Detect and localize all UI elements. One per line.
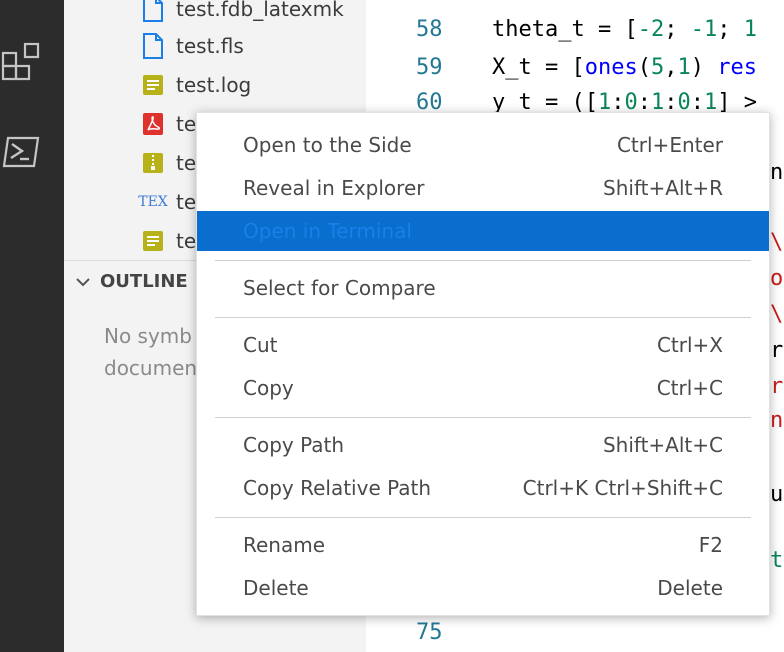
menu-item-copy[interactable]: Copy Ctrl+C — [197, 368, 769, 408]
menu-item-label: Select for Compare — [243, 276, 436, 300]
code-line: X_t = [ones(5,1) res — [492, 55, 757, 80]
menu-item-label: Reveal in Explorer — [243, 176, 425, 200]
menu-separator — [215, 417, 751, 418]
file-name: test.fls — [176, 34, 244, 58]
menu-item-shortcut: Shift+Alt+R — [603, 176, 723, 200]
file-icon — [140, 0, 166, 22]
file-item[interactable]: test.fdb_latexmk — [64, 0, 366, 28]
menu-item-shortcut: Ctrl+K Ctrl+Shift+C — [522, 476, 723, 500]
code-fragment: n — [770, 160, 784, 185]
menu-separator — [215, 317, 751, 318]
menu-item-label: Open in Terminal — [243, 219, 412, 243]
menu-item-delete[interactable]: Delete Delete — [197, 568, 769, 608]
code-fragment: r — [770, 374, 784, 399]
menu-item-label: Copy Relative Path — [243, 476, 432, 500]
menu-item-cut[interactable]: Cut Ctrl+X — [197, 325, 769, 365]
zip-file-icon — [140, 150, 166, 176]
menu-separator — [215, 260, 751, 261]
code-line: theta_t = [-2; -1; 1 — [492, 17, 757, 42]
file-name: test.fdb_latexmk — [176, 0, 344, 21]
menu-item-shortcut: Delete — [657, 576, 723, 600]
file-name: te — [176, 229, 197, 253]
file-name: test.log — [176, 73, 252, 97]
powershell-icon[interactable] — [0, 130, 44, 174]
menu-item-label: Copy Path — [243, 433, 345, 457]
menu-item-label: Open to the Side — [243, 133, 412, 157]
line-number: 59 — [416, 55, 443, 80]
code-fragment: t — [770, 548, 784, 573]
code-fragment: n — [770, 408, 784, 433]
menu-item-select-for-compare[interactable]: Select for Compare — [197, 268, 769, 308]
log-file-icon — [140, 72, 166, 98]
file-item[interactable]: test.log — [64, 66, 366, 104]
file-name: te — [176, 190, 197, 214]
menu-item-rename[interactable]: Rename F2 — [197, 525, 769, 565]
menu-item-copy-relative-path[interactable]: Copy Relative Path Ctrl+K Ctrl+Shift+C — [197, 468, 769, 508]
log-file-icon — [140, 228, 166, 254]
code-fragment: u — [770, 482, 784, 507]
menu-item-copy-path[interactable]: Copy Path Shift+Alt+C — [197, 425, 769, 465]
file-icon — [140, 33, 166, 59]
menu-item-shortcut: Ctrl+X — [656, 333, 723, 357]
menu-item-open-in-terminal[interactable]: Open in Terminal — [197, 211, 769, 251]
file-item[interactable]: test.fls — [64, 27, 366, 65]
menu-item-shortcut: F2 — [698, 533, 723, 557]
menu-item-open-to-the-side[interactable]: Open to the Side Ctrl+Enter — [197, 125, 769, 165]
menu-item-label: Cut — [243, 333, 278, 357]
code-fragment: r — [770, 338, 784, 363]
menu-item-label: Copy — [243, 376, 294, 400]
menu-item-label: Delete — [243, 576, 309, 600]
activity-bar — [0, 0, 64, 652]
menu-item-shortcut: Ctrl+Enter — [616, 133, 723, 157]
file-name: te — [176, 112, 197, 136]
line-number: 75 — [416, 620, 443, 645]
code-fragment: \ — [770, 302, 784, 327]
file-name: te — [176, 151, 197, 175]
outline-title: OUTLINE — [100, 270, 188, 292]
pdf-file-icon — [140, 111, 166, 137]
menu-item-shortcut: Ctrl+C — [656, 376, 723, 400]
line-number: 58 — [416, 17, 443, 42]
menu-item-label: Rename — [243, 533, 326, 557]
menu-item-reveal-in-explorer[interactable]: Reveal in Explorer Shift+Alt+R — [197, 168, 769, 208]
chevron-down-icon — [76, 278, 90, 287]
line-number: 57 — [416, 0, 443, 5]
code-fragment: \ — [770, 230, 784, 255]
menu-item-shortcut: Shift+Alt+C — [602, 433, 723, 457]
extensions-icon[interactable] — [0, 42, 44, 86]
context-menu: Open to the Side Ctrl+Enter Reveal in Expl… — [196, 112, 770, 616]
menu-separator — [215, 517, 751, 518]
outline-empty-message: No symb documen — [104, 324, 198, 380]
tex-file-icon: TEX — [138, 194, 168, 210]
code-fragment: o — [770, 266, 784, 291]
